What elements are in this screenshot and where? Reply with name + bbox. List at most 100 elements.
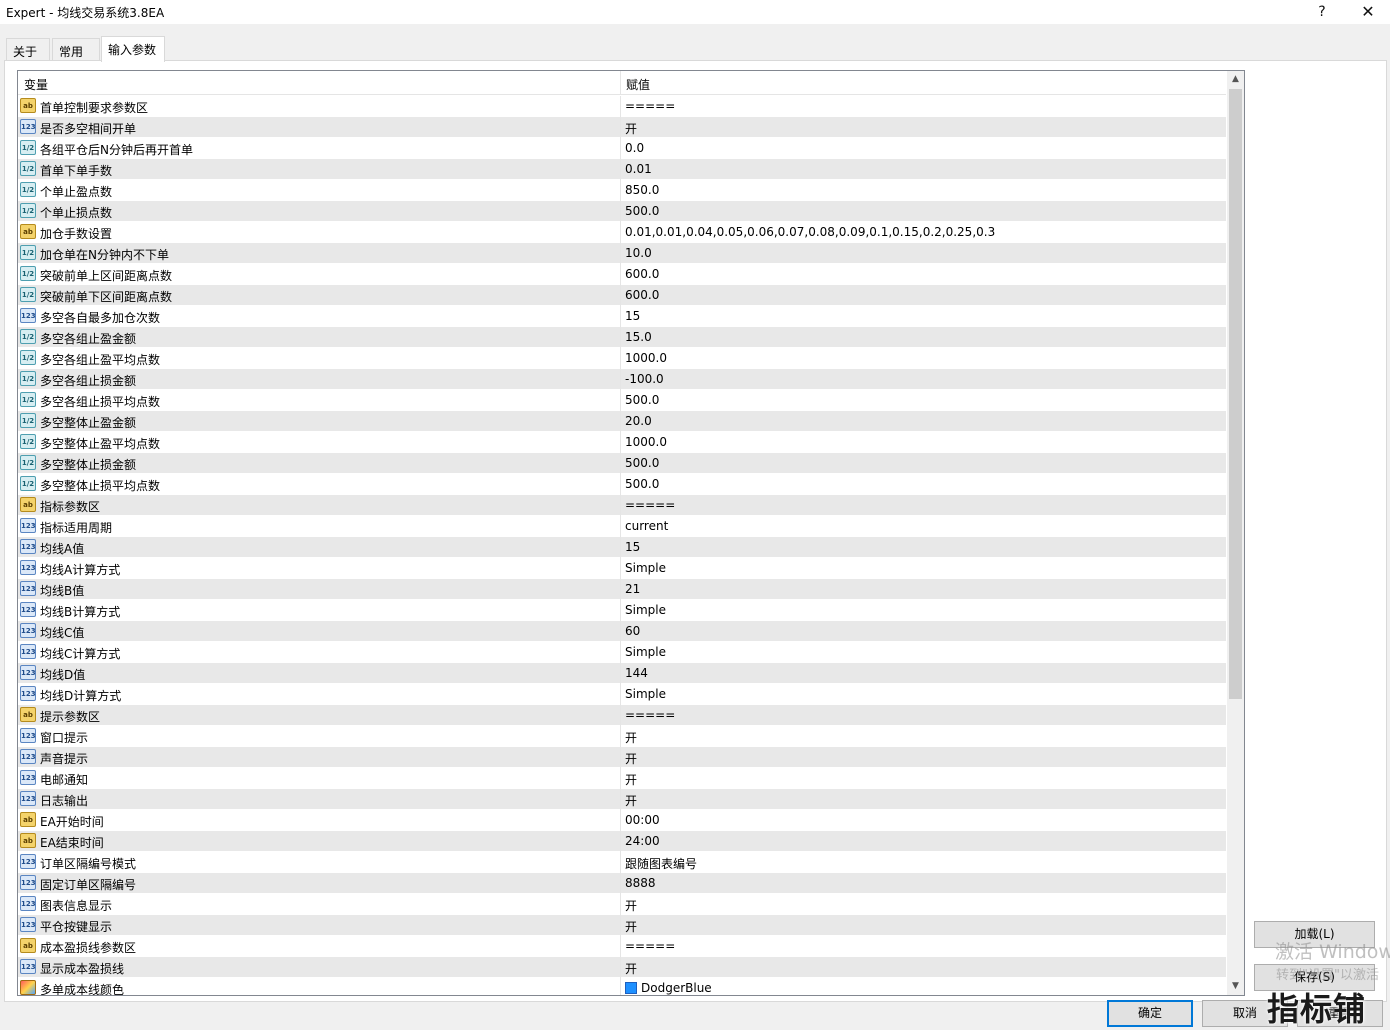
parameter-value[interactable]: 开 — [625, 120, 637, 137]
parameter-row[interactable]: 1/2 多空整体止盈平均点数 1000.0 — [18, 432, 1226, 453]
parameter-value[interactable]: 8888 — [625, 876, 656, 890]
parameter-value[interactable]: 60 — [625, 624, 640, 638]
vertical-scrollbar[interactable]: ▲ ▼ — [1227, 71, 1244, 995]
parameter-value[interactable]: 1000.0 — [625, 435, 667, 449]
parameter-value[interactable]: Simple — [625, 603, 666, 617]
parameter-value[interactable]: 开 — [625, 897, 637, 914]
parameter-value[interactable]: ===== — [625, 708, 675, 722]
parameter-value[interactable]: 600.0 — [625, 288, 659, 302]
parameter-row[interactable]: 123 均线B计算方式 Simple — [18, 600, 1226, 621]
parameter-value[interactable]: ===== — [625, 99, 675, 113]
parameter-row[interactable]: 123 图表信息显示 开 — [18, 894, 1226, 915]
parameter-value[interactable]: 500.0 — [625, 393, 659, 407]
tab-common[interactable]: 常用 — [52, 38, 100, 61]
parameter-value[interactable]: 0.01 — [625, 162, 652, 176]
parameter-row[interactable]: 1/2 各组平仓后N分钟后再开首单 0.0 — [18, 138, 1226, 159]
parameter-value[interactable]: Simple — [625, 687, 666, 701]
parameter-value[interactable]: 0.0 — [625, 141, 644, 155]
parameter-row[interactable]: 1/2 个单止盈点数 850.0 — [18, 180, 1226, 201]
parameter-value[interactable]: 开 — [625, 750, 637, 767]
parameter-row[interactable]: 123 均线D值 144 — [18, 663, 1226, 684]
parameter-row[interactable]: 123 窗口提示 开 — [18, 726, 1226, 747]
parameter-row[interactable]: 1/2 突破前单上区间距离点数 600.0 — [18, 264, 1226, 285]
parameter-value[interactable]: 21 — [625, 582, 640, 596]
parameter-row[interactable]: ab EA开始时间 00:00 — [18, 810, 1226, 831]
parameter-row[interactable]: ab 加仓手数设置 0.01,0.01,0.04,0.05,0.06,0.07,0.… — [18, 222, 1226, 243]
column-header-variable[interactable]: 变量 — [24, 76, 48, 93]
parameter-value[interactable]: 开 — [625, 918, 637, 935]
scroll-thumb[interactable] — [1229, 89, 1242, 699]
parameter-value[interactable]: 1000.0 — [625, 351, 667, 365]
parameter-value[interactable]: current — [625, 519, 668, 533]
parameter-row[interactable]: 1/2 多空整体止损金额 500.0 — [18, 453, 1226, 474]
parameter-value[interactable]: 144 — [625, 666, 648, 680]
parameter-row[interactable]: ab 指标参数区 ===== — [18, 495, 1226, 516]
parameter-value[interactable]: 15 — [625, 309, 640, 323]
parameter-value[interactable]: 10.0 — [625, 246, 652, 260]
scroll-up-arrow-icon[interactable]: ▲ — [1227, 71, 1244, 88]
parameter-value[interactable]: -100.0 — [625, 372, 664, 386]
parameter-row[interactable]: 123 均线A值 15 — [18, 537, 1226, 558]
parameter-row[interactable]: ab 成本盈损线参数区 ===== — [18, 936, 1226, 957]
parameter-row[interactable]: 123 均线B值 21 — [18, 579, 1226, 600]
parameter-row[interactable]: 123 声音提示 开 — [18, 747, 1226, 768]
ok-button[interactable]: 确定 — [1107, 1000, 1193, 1027]
parameter-row[interactable]: 1/2 加仓单在N分钟内不下单 10.0 — [18, 243, 1226, 264]
parameter-row[interactable]: 123 均线A计算方式 Simple — [18, 558, 1226, 579]
parameter-value[interactable]: 500.0 — [625, 204, 659, 218]
parameter-value[interactable]: 开 — [625, 960, 637, 977]
parameter-row[interactable]: ab 提示参数区 ===== — [18, 705, 1226, 726]
parameter-value[interactable]: 850.0 — [625, 183, 659, 197]
parameter-row[interactable]: ab EA结束时间 24:00 — [18, 831, 1226, 852]
parameter-row[interactable]: 多单成本线颜色 DodgerBlue — [18, 978, 1226, 995]
scroll-down-arrow-icon[interactable]: ▼ — [1227, 978, 1244, 995]
parameter-value[interactable]: 24:00 — [625, 834, 660, 848]
parameter-row[interactable]: 123 均线D计算方式 Simple — [18, 684, 1226, 705]
parameter-row[interactable]: 123 显示成本盈损线 开 — [18, 957, 1226, 978]
help-button[interactable]: ? — [1300, 0, 1344, 24]
parameter-value[interactable]: 开 — [625, 729, 637, 746]
parameter-value[interactable]: 500.0 — [625, 477, 659, 491]
parameter-value[interactable]: DodgerBlue — [625, 981, 712, 995]
parameter-value[interactable]: 跟随图表编号 — [625, 855, 697, 872]
parameter-value[interactable]: 500.0 — [625, 456, 659, 470]
parameter-row[interactable]: 123 均线C计算方式 Simple — [18, 642, 1226, 663]
parameter-value[interactable]: Simple — [625, 561, 666, 575]
parameter-row[interactable]: 123 电邮通知 开 — [18, 768, 1226, 789]
parameter-row[interactable]: 123 均线C值 60 — [18, 621, 1226, 642]
parameter-row[interactable]: 1/2 个单止损点数 500.0 — [18, 201, 1226, 222]
column-divider[interactable] — [620, 71, 621, 95]
parameter-value[interactable]: ===== — [625, 498, 675, 512]
parameter-value-text: 跟随图表编号 — [625, 857, 698, 871]
parameter-row[interactable]: 1/2 多空各组止盈平均点数 1000.0 — [18, 348, 1226, 369]
parameter-value[interactable]: 15.0 — [625, 330, 652, 344]
column-header-value[interactable]: 赋值 — [626, 76, 650, 93]
parameter-value[interactable]: 开 — [625, 792, 637, 809]
parameter-row[interactable]: 123 多空各自最多加仓次数 15 — [18, 306, 1226, 327]
parameter-row[interactable]: 123 平仓按键显示 开 — [18, 915, 1226, 936]
parameter-row[interactable]: ab 首单控制要求参数区 ===== — [18, 96, 1226, 117]
parameter-value[interactable]: 600.0 — [625, 267, 659, 281]
parameter-value[interactable]: 0.01,0.01,0.04,0.05,0.06,0.07,0.08,0.09,… — [625, 225, 995, 239]
parameter-row[interactable]: 1/2 突破前单下区间距离点数 600.0 — [18, 285, 1226, 306]
parameter-row[interactable]: 1/2 首单下单手数 0.01 — [18, 159, 1226, 180]
parameter-value[interactable]: 15 — [625, 540, 640, 554]
parameter-row[interactable]: 1/2 多空各组止损平均点数 500.0 — [18, 390, 1226, 411]
parameter-value[interactable]: 20.0 — [625, 414, 652, 428]
parameter-value[interactable]: ===== — [625, 939, 675, 953]
tab-input-params[interactable]: 输入参数 — [101, 36, 165, 62]
parameter-row[interactable]: 123 固定订单区隔编号 8888 — [18, 873, 1226, 894]
parameter-row[interactable]: 1/2 多空整体止损平均点数 500.0 — [18, 474, 1226, 495]
parameter-row[interactable]: 1/2 多空各组止损金额 -100.0 — [18, 369, 1226, 390]
parameter-row[interactable]: 123 是否多空相间开单 开 — [18, 117, 1226, 138]
parameter-value[interactable]: 00:00 — [625, 813, 660, 827]
parameter-value[interactable]: 开 — [625, 771, 637, 788]
parameter-row[interactable]: 123 订单区隔编号模式 跟随图表编号 — [18, 852, 1226, 873]
parameter-row[interactable]: 123 日志输出 开 — [18, 789, 1226, 810]
close-button[interactable]: ✕ — [1346, 0, 1390, 24]
parameter-value[interactable]: Simple — [625, 645, 666, 659]
parameter-row[interactable]: 1/2 多空整体止盈金额 20.0 — [18, 411, 1226, 432]
parameter-row[interactable]: 123 指标适用周期 current — [18, 516, 1226, 537]
parameter-row[interactable]: 1/2 多空各组止盈金额 15.0 — [18, 327, 1226, 348]
tab-about[interactable]: 关于 — [6, 38, 50, 61]
